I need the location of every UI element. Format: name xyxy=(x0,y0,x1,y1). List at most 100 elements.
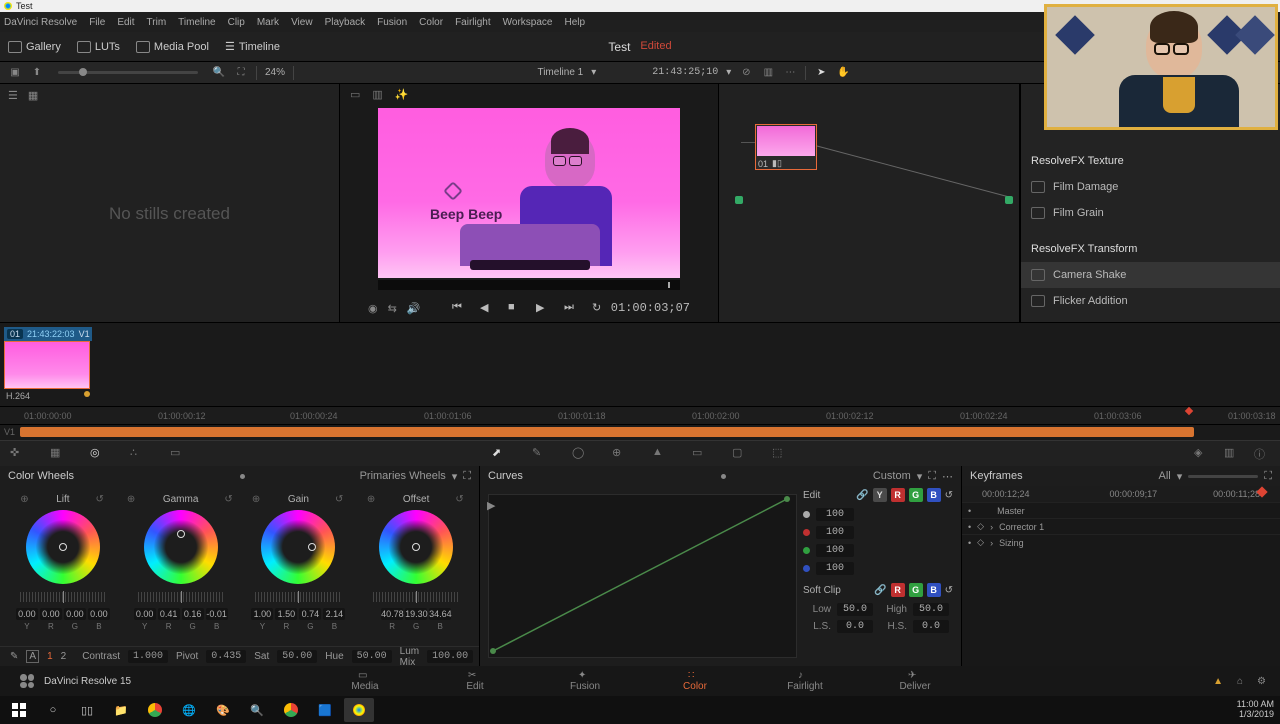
reset-icon[interactable]: ↺ xyxy=(96,494,106,504)
menu-fusion[interactable]: Fusion xyxy=(377,17,407,28)
channel-b-button[interactable]: B xyxy=(927,488,941,502)
hs-value[interactable]: 0.0 xyxy=(913,620,949,633)
menu-color[interactable]: Color xyxy=(419,17,443,28)
split-screen-icon[interactable]: ▥ xyxy=(372,88,382,101)
contrast-value[interactable]: 1.000 xyxy=(128,650,168,663)
sc-r-button[interactable]: R xyxy=(891,583,905,597)
wheel-value[interactable]: 0.16 xyxy=(182,608,204,620)
hue-value[interactable]: 50.00 xyxy=(352,650,392,663)
list-icon[interactable]: ☰ xyxy=(8,89,18,102)
prev-frame-button[interactable]: ◀ xyxy=(480,301,494,315)
rgb-mixer-icon[interactable]: ∴ xyxy=(130,446,146,462)
menu-file[interactable]: File xyxy=(89,17,105,28)
wheel-pointer[interactable] xyxy=(59,543,67,551)
kf-sizing-row[interactable]: •◇›Sizing xyxy=(962,534,1280,550)
tab-fusion[interactable]: ✦Fusion xyxy=(555,670,615,692)
wheel-value[interactable]: 0.41 xyxy=(158,608,180,620)
ls-value[interactable]: 0.0 xyxy=(837,620,873,633)
pointer-icon[interactable]: ➤ xyxy=(814,66,828,80)
more-icon[interactable]: ⋯ xyxy=(783,66,797,80)
menu-help[interactable]: Help xyxy=(564,17,585,28)
channel-r-button[interactable]: R xyxy=(891,488,905,502)
y-intensity[interactable]: 100 xyxy=(816,508,854,521)
menu-fairlight[interactable]: Fairlight xyxy=(455,17,491,28)
camera-raw-icon[interactable]: ✜ xyxy=(10,446,26,462)
unmix-icon[interactable]: ⇆ xyxy=(388,302,397,315)
tab-edit[interactable]: ✂Edit xyxy=(445,670,505,692)
menu-view[interactable]: View xyxy=(291,17,313,28)
app-taskbar-icon[interactable]: 🟦 xyxy=(310,698,340,722)
high-value[interactable]: 50.0 xyxy=(913,603,949,616)
app-taskbar-icon[interactable]: 🎨 xyxy=(208,698,238,722)
highlight-icon[interactable]: ✨ xyxy=(395,88,409,101)
color-wheel[interactable] xyxy=(379,510,453,584)
reset-icon[interactable]: ↺ xyxy=(335,494,345,504)
tracker-icon[interactable]: ⊕ xyxy=(612,446,628,462)
wheel-value[interactable]: 19.30 xyxy=(405,608,427,620)
auto-icon[interactable]: ✎ xyxy=(10,651,18,662)
fx-film-grain[interactable]: Film Grain xyxy=(1021,200,1280,226)
zoom-value[interactable]: 24% xyxy=(265,67,285,78)
chevron-down-icon[interactable]: ▾ xyxy=(591,67,596,78)
wheel-value[interactable]: 0.00 xyxy=(64,608,86,620)
master-timecode[interactable]: 21:43:25;10 xyxy=(652,67,718,78)
wheel-value[interactable]: 40.78 xyxy=(381,608,403,620)
menu-playback[interactable]: Playback xyxy=(325,17,366,28)
waveform-icon[interactable]: ◉ xyxy=(368,302,378,315)
menu-workspace[interactable]: Workspace xyxy=(503,17,553,28)
fx-film-damage[interactable]: Film Damage xyxy=(1021,174,1280,200)
start-button[interactable] xyxy=(4,698,34,722)
curves-icon[interactable]: ⬈ xyxy=(492,446,508,462)
gallery-button[interactable]: Gallery xyxy=(8,41,61,53)
black-point-icon[interactable]: ⊕ xyxy=(20,494,30,504)
color-wheel[interactable] xyxy=(261,510,335,584)
chrome-taskbar-icon[interactable] xyxy=(140,698,170,722)
warning-icon[interactable]: ▲ xyxy=(1213,676,1223,687)
node-input[interactable] xyxy=(735,196,743,204)
viewer-scrubber[interactable] xyxy=(378,280,680,290)
reset-icon[interactable]: ↺ xyxy=(455,494,465,504)
timeline-dropdown[interactable]: Timeline 1 xyxy=(537,67,583,78)
more-icon[interactable]: ⋯ xyxy=(942,470,953,483)
explorer-taskbar-icon[interactable]: 📁 xyxy=(106,698,136,722)
menu-edit[interactable]: Edit xyxy=(117,17,134,28)
playhead-icon[interactable] xyxy=(1184,408,1194,418)
play-icon[interactable]: ▶ xyxy=(487,499,495,512)
corrector-node[interactable]: 01▮▯ xyxy=(755,124,817,170)
expand-icon[interactable]: ⛶ xyxy=(1264,470,1272,483)
tab-fairlight[interactable]: ♪Fairlight xyxy=(775,670,835,692)
wheel-value[interactable]: 1.00 xyxy=(251,608,273,620)
menu-mark[interactable]: Mark xyxy=(257,17,279,28)
g-intensity[interactable]: 100 xyxy=(816,544,854,557)
link-icon[interactable]: 🔗 xyxy=(856,490,868,501)
viewer-timecode[interactable]: 01:00:03;07 xyxy=(611,301,690,315)
first-frame-button[interactable]: ⏮ xyxy=(452,301,466,315)
wheel-value[interactable]: 0.00 xyxy=(16,608,38,620)
menu-clip[interactable]: Clip xyxy=(228,17,245,28)
kf-filter[interactable]: All xyxy=(1159,470,1171,482)
search-icon[interactable]: 🔍 xyxy=(212,66,226,80)
chevron-down-icon[interactable]: ▾ xyxy=(1177,470,1183,483)
jog-wheel[interactable] xyxy=(255,592,341,602)
app-taskbar-icon[interactable]: 🔍 xyxy=(242,698,272,722)
menu-trim[interactable]: Trim xyxy=(147,17,167,28)
color-wheels-icon[interactable]: ◎ xyxy=(90,446,106,462)
wheel-value[interactable]: 34.64 xyxy=(429,608,451,620)
channel-g-button[interactable]: G xyxy=(909,488,923,502)
sc-b-button[interactable]: B xyxy=(927,583,941,597)
wheel-value[interactable]: 1.50 xyxy=(275,608,297,620)
window-icon[interactable]: ◯ xyxy=(572,446,588,462)
chevron-down-icon[interactable]: ▾ xyxy=(726,67,731,78)
menu-timeline[interactable]: Timeline xyxy=(178,17,215,28)
mediapool-button[interactable]: Media Pool xyxy=(136,41,209,53)
key-icon[interactable]: ▢ xyxy=(732,446,748,462)
menu-davinci[interactable]: DaVinci Resolve xyxy=(4,17,77,28)
home-icon[interactable]: ⌂ xyxy=(1237,676,1243,687)
lummix-value[interactable]: 100.00 xyxy=(427,650,473,663)
system-clock[interactable]: 11:00 AM 1/3/2019 xyxy=(1237,700,1274,720)
next-frame-button[interactable]: ⏭ xyxy=(564,301,578,315)
timeline-ruler[interactable]: 01:00:00:00 01:00:00:12 01:00:00:24 01:0… xyxy=(0,406,1280,424)
keyframes-icon[interactable]: ◈ xyxy=(1194,446,1210,462)
wheel-value[interactable]: -0.01 xyxy=(206,608,228,620)
wheel-value[interactable]: 2.14 xyxy=(323,608,345,620)
